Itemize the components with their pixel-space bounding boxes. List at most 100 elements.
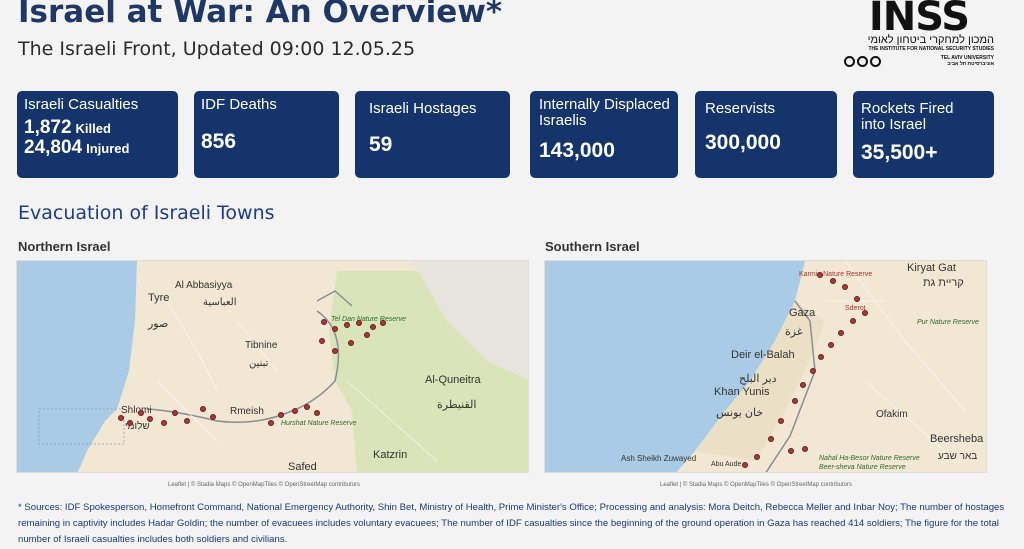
evacuated-town-dot[interactable] xyxy=(127,420,133,426)
stat-label: Reservists xyxy=(705,100,776,117)
map-label-quneitra: Al-Quneitra xyxy=(425,374,481,386)
evacuated-town-dot[interactable] xyxy=(268,420,274,426)
map-label-sheikh: Ash Sheikh Zuwayed xyxy=(621,454,697,463)
evacuated-town-dot[interactable] xyxy=(184,418,190,424)
south-map[interactable]: Kiryat Gat קריית גת Gaza غزة Deir el-Bal… xyxy=(544,260,987,473)
stat-label: Rockets Fired into Israel xyxy=(861,100,954,133)
map-label-quneitra-ar: القنيطرة xyxy=(437,399,477,411)
evacuated-town-dot[interactable] xyxy=(321,319,327,325)
stat-idf-deaths: IDF Deaths 856 xyxy=(194,91,339,178)
north-map-terrain xyxy=(38,261,528,472)
evacuated-town-dot[interactable] xyxy=(754,454,760,460)
stat-value: 35,500+ xyxy=(861,141,938,164)
north-map[interactable]: Tyre صور Al Abbasiyya العباسية Tibnine ت… xyxy=(16,260,529,473)
evacuated-town-dot[interactable] xyxy=(118,415,124,421)
stat-label: Internally Displaced Israelis xyxy=(539,96,670,129)
evacuated-town-dot[interactable] xyxy=(800,382,806,388)
evacuated-town-dot[interactable] xyxy=(850,318,856,324)
evacuated-town-dot[interactable] xyxy=(319,338,325,344)
logo-tau-he: אוניברסיטת תל אביב xyxy=(947,61,994,67)
evacuated-town-dot[interactable] xyxy=(172,410,178,416)
evacuated-town-dot[interactable] xyxy=(332,348,338,354)
map-label-gaza: Gaza xyxy=(789,307,816,319)
evacuated-town-dot[interactable] xyxy=(278,412,284,418)
evacuated-town-dot[interactable] xyxy=(828,342,834,348)
page-subtitle: The Israeli Front, Updated 09:00 12.05.2… xyxy=(18,38,416,60)
inss-logo: INSS המכון למחקרי ביטחון לאומי THE INSTI… xyxy=(844,0,994,70)
map-label-tyre-ar: صور xyxy=(148,318,169,330)
killed-value: 1,872 xyxy=(24,117,72,138)
map-label-ofakim: Ofakim xyxy=(876,409,908,420)
stat-label: Israeli Casualties xyxy=(24,96,139,113)
evacuated-town-dot[interactable] xyxy=(147,416,153,422)
map-label-gaza-ar: غزة xyxy=(785,326,803,338)
south-map-attribution: Leaflet | © Stadia Maps © OpenMapTiles ©… xyxy=(660,482,853,488)
north-map-attribution: Leaflet | © Stadia Maps © OpenMapTiles ©… xyxy=(168,482,361,488)
stat-label: IDF Deaths xyxy=(201,96,277,113)
map-label-abu: Abu Aude xyxy=(711,461,742,468)
sources-footnote: * Sources: IDF Spokesperson, Homefront C… xyxy=(18,502,1005,545)
evacuated-town-dot[interactable] xyxy=(788,448,794,454)
evacuated-town-dot[interactable] xyxy=(778,418,784,424)
evacuated-town-dot[interactable] xyxy=(138,410,144,416)
evacuated-town-dot[interactable] xyxy=(292,408,298,414)
evacuated-town-dot[interactable] xyxy=(200,406,206,412)
injured-value: 24,804 xyxy=(24,137,83,158)
evacuated-town-dot[interactable] xyxy=(830,278,836,284)
stat-rockets: Rockets Fired into Israel 35,500+ xyxy=(853,91,994,178)
stat-value: 143,000 xyxy=(539,139,615,162)
evacuated-town-dot[interactable] xyxy=(742,462,748,468)
map-label-deir: Deir el-Balah xyxy=(731,349,795,361)
evacuated-town-dot[interactable] xyxy=(364,332,370,338)
map-label-khan-ar: خان يونس xyxy=(716,407,764,419)
map-label-rmeish: Rmeish xyxy=(230,406,264,417)
evacuated-town-dot[interactable] xyxy=(380,320,386,326)
killed-label: Killed xyxy=(75,121,111,136)
section-title: Evacuation of Israeli Towns xyxy=(18,202,275,224)
map-label-kiryat-gat-he: קריית גת xyxy=(923,277,964,289)
evacuated-town-dot[interactable] xyxy=(810,368,816,374)
evacuated-town-dot[interactable] xyxy=(854,296,860,302)
evacuated-town-dot[interactable] xyxy=(370,324,376,330)
map-label-tibnine: Tibnine xyxy=(245,340,278,351)
stat-casualties: Israeli Casualties 1,872 Killed 24,804 Inj… xyxy=(17,91,178,178)
evacuated-town-dot[interactable] xyxy=(161,420,167,426)
map-label-deir-ar: دير البلح xyxy=(739,373,777,385)
map-label-shlomi: Shlomi xyxy=(121,405,152,416)
evacuated-town-dot[interactable] xyxy=(802,446,808,452)
stat-value: 59 xyxy=(369,133,393,156)
logo-circles-icon xyxy=(844,55,881,67)
south-map-title: Southern Israel xyxy=(545,239,640,254)
stat-value: 300,000 xyxy=(705,131,781,154)
evacuated-town-dot[interactable] xyxy=(862,310,868,316)
evacuated-town-dot[interactable] xyxy=(817,272,823,278)
evacuated-town-dot[interactable] xyxy=(792,398,798,404)
page-title: Israel at War: An Overview* xyxy=(18,0,503,30)
map-label-abbasiyya-ar: العباسية xyxy=(203,297,237,308)
stat-label: Israeli Hostages xyxy=(369,100,477,117)
evacuated-town-dot[interactable] xyxy=(344,322,350,328)
logo-mark: INSS xyxy=(868,0,970,40)
logo-hebrew: המכון למחקרי ביטחון לאומי xyxy=(867,34,994,46)
evacuated-town-dot[interactable] xyxy=(304,404,310,410)
map-label-abbasiyya: Al Abbasiyya xyxy=(175,280,233,291)
map-label-khan: Khan Yunis xyxy=(714,386,770,398)
map-label-beersheba-he: באר שבע xyxy=(938,451,978,462)
evacuated-town-dot[interactable] xyxy=(818,354,824,360)
evacuated-town-dot[interactable] xyxy=(842,284,848,290)
evacuated-town-dot[interactable] xyxy=(768,436,774,442)
map-label-pur: Pur Nature Reserve xyxy=(917,319,979,326)
map-label-safed: Safed xyxy=(288,461,317,473)
stat-value: 856 xyxy=(201,130,237,153)
map-label-katzrin: Katzrin xyxy=(373,449,408,461)
evacuated-town-dot[interactable] xyxy=(314,410,320,416)
map-label-beersheba: Beersheba xyxy=(930,433,984,445)
injured-label: Injured xyxy=(86,141,130,156)
evacuated-town-dot[interactable] xyxy=(210,414,216,420)
map-label-beer-sheva-nr: Beer-sheva Nature Reserve xyxy=(819,464,906,471)
evacuated-town-dot[interactable] xyxy=(348,340,354,346)
evacuated-town-dot[interactable] xyxy=(838,330,844,336)
evacuated-town-dot[interactable] xyxy=(356,320,362,326)
stat-hostages: Israeli Hostages 59 xyxy=(355,91,510,178)
evacuated-town-dot[interactable] xyxy=(332,326,338,332)
